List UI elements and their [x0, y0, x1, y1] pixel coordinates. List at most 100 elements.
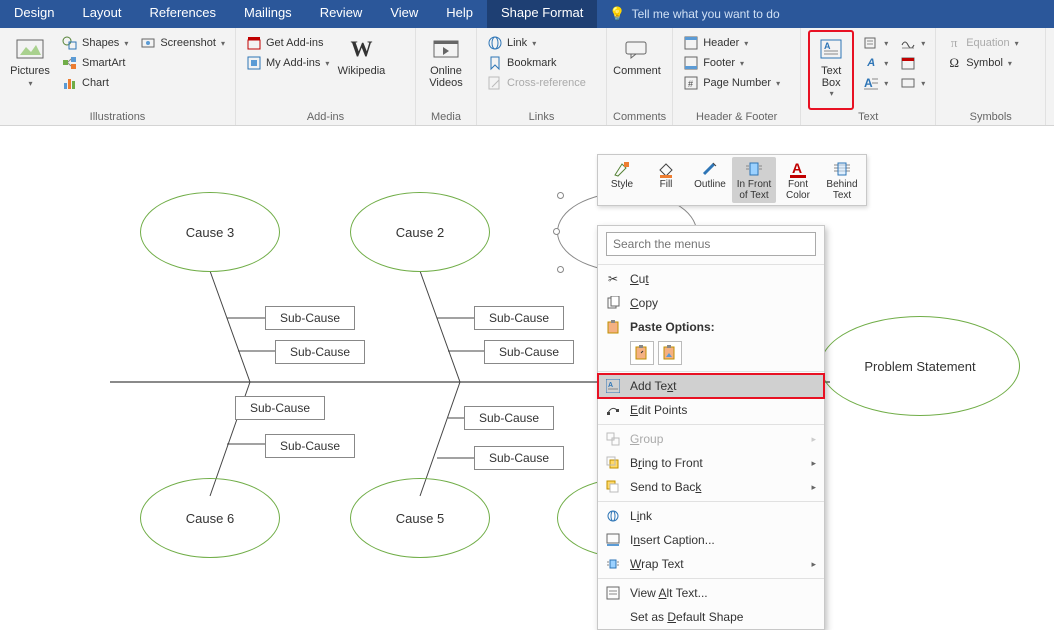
tab-review[interactable]: Review	[306, 0, 377, 28]
wikipedia-icon: W	[347, 35, 375, 63]
group-icon	[604, 432, 622, 446]
link-icon	[604, 509, 622, 523]
cause-2-shape[interactable]: Cause 2	[350, 192, 490, 272]
mini-style-button[interactable]: Style	[600, 157, 644, 203]
svg-text:A: A	[608, 382, 613, 389]
smartart-button[interactable]: SmartArt	[58, 54, 132, 72]
paste-picture-button[interactable]	[658, 341, 682, 365]
footer-button[interactable]: Footer▾	[679, 54, 784, 72]
screenshot-button[interactable]: Screenshot▾	[136, 34, 229, 52]
symbol-button[interactable]: Ω Symbol▾	[942, 54, 1022, 72]
header-button[interactable]: Header▾	[679, 34, 784, 52]
copy-icon	[604, 296, 622, 310]
mini-font-color-button[interactable]: A Font Color	[776, 157, 820, 203]
object-icon	[900, 75, 916, 91]
tab-mailings[interactable]: Mailings	[230, 0, 306, 28]
drop-cap-icon: A	[863, 75, 879, 91]
paste-keep-source-button[interactable]	[630, 341, 654, 365]
quick-parts-icon	[863, 35, 879, 51]
object-button[interactable]: ▾	[896, 74, 929, 92]
ctx-view-alt-text[interactable]: View Alt Text...	[598, 581, 824, 605]
link-icon	[487, 35, 503, 51]
group-addins: Get Add-ins My Add-ins▾ W Wikipedia Add-…	[236, 28, 416, 125]
selection-handle[interactable]	[557, 266, 564, 273]
group-symbols: π Equation▾ Ω Symbol▾ Symbols	[936, 28, 1046, 125]
group-label-addins: Add-ins	[242, 109, 409, 125]
smartart-icon	[62, 55, 78, 71]
ctx-set-default-shape[interactable]: Set as Default Shape	[598, 605, 824, 629]
pictures-button[interactable]: Pictures ▾	[6, 31, 54, 109]
cause-5-shape[interactable]: Cause 5	[350, 478, 490, 558]
date-time-button[interactable]	[896, 54, 929, 72]
wikipedia-button[interactable]: W Wikipedia	[337, 31, 385, 109]
group-label-symbols: Symbols	[942, 109, 1039, 125]
ctx-edit-points[interactable]: Edit Points	[598, 398, 824, 422]
mini-outline-button[interactable]: Outline	[688, 157, 732, 203]
tab-layout[interactable]: Layout	[68, 0, 135, 28]
sub-cause-box[interactable]: Sub-Cause	[464, 406, 554, 430]
ctx-add-text[interactable]: A Add Text	[598, 374, 824, 398]
problem-statement-shape[interactable]: Problem Statement	[820, 316, 1020, 416]
bookmark-button[interactable]: Bookmark	[483, 54, 590, 72]
tab-references[interactable]: References	[136, 0, 230, 28]
shapes-button[interactable]: Shapes▾	[58, 34, 132, 52]
group-label-hf: Header & Footer	[679, 109, 794, 125]
my-addins-button[interactable]: My Add-ins▾	[242, 54, 333, 72]
caption-icon	[604, 533, 622, 547]
sub-cause-box[interactable]: Sub-Cause	[484, 340, 574, 364]
tell-me-search[interactable]: 💡 Tell me what you want to do	[597, 0, 791, 28]
page-number-button[interactable]: # Page Number▾	[679, 74, 784, 92]
ctx-copy[interactable]: Copy	[598, 291, 824, 315]
chart-button[interactable]: Chart	[58, 74, 132, 92]
context-menu: ✂ Cut Copy Paste Options: A Add Text Edi…	[597, 225, 825, 630]
cause-6-shape[interactable]: Cause 6	[140, 478, 280, 558]
text-box-button[interactable]: A Text Box ▾	[809, 31, 853, 109]
ctx-search-input[interactable]	[606, 232, 816, 256]
edit-points-icon	[604, 403, 622, 417]
sub-cause-box[interactable]: Sub-Cause	[235, 396, 325, 420]
tab-view[interactable]: View	[376, 0, 432, 28]
ctx-insert-caption[interactable]: Insert Caption...	[598, 528, 824, 552]
wordart-button[interactable]: A▾	[859, 54, 892, 72]
ctx-link[interactable]: Link	[598, 504, 824, 528]
svg-text:A: A	[824, 41, 831, 51]
ctx-group: Group▸	[598, 427, 824, 451]
store-icon	[246, 35, 262, 51]
equation-button: π Equation▾	[942, 34, 1022, 52]
cross-ref-icon	[487, 75, 503, 91]
sub-cause-box[interactable]: Sub-Cause	[275, 340, 365, 364]
group-label-illustrations: Illustrations	[6, 109, 229, 125]
sub-cause-box[interactable]: Sub-Cause	[474, 446, 564, 470]
ctx-cut[interactable]: ✂ Cut	[598, 267, 824, 291]
sub-cause-box[interactable]: Sub-Cause	[265, 306, 355, 330]
group-label-links: Links	[483, 109, 600, 125]
tab-help[interactable]: Help	[432, 0, 487, 28]
paste-icon	[604, 320, 622, 334]
quick-parts-button[interactable]: ▾	[859, 34, 892, 52]
svg-text:A: A	[792, 160, 802, 176]
document-canvas[interactable]: Cause 3 Cause 2 Cause 6 Cause 5 Problem …	[0, 126, 1054, 617]
signature-line-button[interactable]: ▾	[896, 34, 929, 52]
selection-handle[interactable]	[553, 228, 560, 235]
tab-shape-format[interactable]: Shape Format	[487, 0, 597, 28]
comment-button[interactable]: Comment	[613, 31, 661, 109]
sub-cause-box[interactable]: Sub-Cause	[265, 434, 355, 458]
text-box-icon: A	[817, 35, 845, 63]
mini-in-front-button[interactable]: In Front of Text	[732, 157, 776, 203]
selection-handle[interactable]	[557, 192, 564, 199]
link-button[interactable]: Link▾	[483, 34, 590, 52]
online-videos-button[interactable]: Online Videos	[422, 31, 470, 109]
tab-design[interactable]: Design	[0, 0, 68, 28]
group-header-footer: Header▾ Footer▾ # Page Number▾ Header & …	[673, 28, 801, 125]
get-addins-button[interactable]: Get Add-ins	[242, 34, 333, 52]
cause-3-shape[interactable]: Cause 3	[140, 192, 280, 272]
sub-cause-box[interactable]: Sub-Cause	[474, 306, 564, 330]
ctx-bring-to-front[interactable]: Bring to Front▸	[598, 451, 824, 475]
mini-fill-button[interactable]: Fill	[644, 157, 688, 203]
ctx-send-to-back[interactable]: Send to Back▸	[598, 475, 824, 499]
tell-me-label: Tell me what you want to do	[632, 7, 780, 21]
mini-behind-button[interactable]: Behind Text	[820, 157, 864, 203]
text-box-icon: A	[604, 379, 622, 393]
ctx-wrap-text[interactable]: Wrap Text▸	[598, 552, 824, 576]
drop-cap-button[interactable]: A▾	[859, 74, 892, 92]
